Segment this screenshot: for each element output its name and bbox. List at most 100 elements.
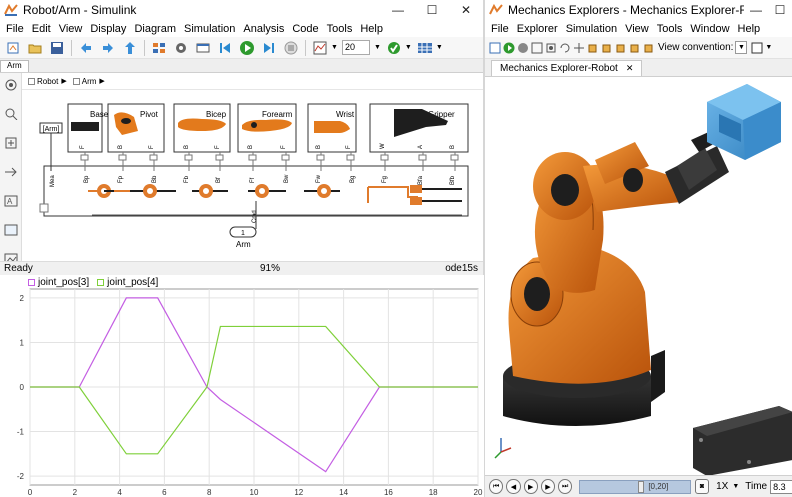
menu-tools[interactable]: Tools: [653, 23, 687, 35]
breadcrumb-item-robot[interactable]: Robot ▶: [28, 77, 67, 86]
close-button[interactable]: ✕: [449, 0, 483, 20]
step-back-icon[interactable]: ◀: [506, 479, 521, 494]
annotation-icon[interactable]: A: [4, 195, 18, 207]
menu-help[interactable]: Help: [734, 23, 765, 35]
block-pivot[interactable]: Pivot B F: [107, 103, 165, 153]
stop-time-field[interactable]: 20: [341, 40, 370, 55]
minimize-button[interactable]: —: [744, 0, 768, 20]
step-forward-icon[interactable]: ▶: [540, 479, 556, 494]
cube-view-icon[interactable]: [587, 39, 599, 57]
up-arrow-icon[interactable]: [121, 39, 139, 57]
step-forward-icon[interactable]: [260, 39, 278, 57]
solver-name[interactable]: ode15s: [360, 263, 483, 274]
view-convention-dropdown[interactable]: ▼: [735, 41, 748, 54]
open-folder-icon[interactable]: [26, 39, 44, 57]
menu-help[interactable]: Help: [356, 23, 387, 35]
block-wrist[interactable]: Wrist B F: [307, 103, 357, 153]
menu-simulation[interactable]: Simulation: [562, 23, 621, 35]
area-icon[interactable]: [4, 224, 18, 236]
model-icon: [28, 77, 35, 85]
legend-item[interactable]: joint_pos[4]: [97, 277, 158, 288]
menu-diagram[interactable]: Diagram: [130, 23, 180, 35]
mech-3d-viewport[interactable]: [485, 80, 792, 476]
pan-icon[interactable]: [573, 39, 585, 57]
layout-single-icon[interactable]: [751, 39, 763, 57]
save-icon[interactable]: [48, 39, 66, 57]
menu-edit[interactable]: Edit: [28, 23, 55, 35]
breadcrumb-item-arm[interactable]: Arm ▶: [72, 77, 105, 86]
dropdown-arrow-icon[interactable]: ▼: [331, 44, 338, 51]
maximize-button[interactable]: ☐: [415, 0, 449, 20]
zoom-box-icon[interactable]: [545, 39, 557, 57]
tab-mechanics-explorer-robot[interactable]: Mechanics Explorer-Robot ✕: [491, 60, 643, 76]
scope-view-icon[interactable]: [311, 39, 329, 57]
block-forearm[interactable]: Forearm B F: [237, 103, 297, 153]
fit-icon[interactable]: [531, 39, 543, 57]
model-canvas[interactable]: [Arm] Base F Pivot B F Bicep B F Forearm…: [22, 91, 483, 261]
skip-to-end-icon[interactable]: ⏭: [558, 479, 573, 494]
legend-item[interactable]: joint_pos[3]: [28, 277, 89, 288]
menu-display[interactable]: Display: [86, 23, 130, 35]
cube-top-icon[interactable]: [629, 39, 641, 57]
run-play-icon[interactable]: [238, 39, 256, 57]
stop-icon[interactable]: [282, 39, 300, 57]
menu-code[interactable]: Code: [288, 23, 322, 35]
fit-view-icon[interactable]: [4, 137, 18, 149]
port-label: B: [450, 145, 456, 149]
tab-arm[interactable]: Arm: [0, 60, 29, 72]
bus-label: Bp: [84, 175, 90, 183]
block-bicep[interactable]: Bicep B F: [173, 103, 231, 153]
cube-iso-icon[interactable]: [643, 39, 655, 57]
close-tab-icon[interactable]: ✕: [626, 63, 634, 74]
menu-file[interactable]: File: [487, 23, 513, 35]
check-model-icon[interactable]: [385, 39, 403, 57]
time-value-field[interactable]: 8.3: [770, 479, 792, 494]
legend-label: joint_pos[3]: [38, 277, 90, 288]
block-gripper[interactable]: Gripper W A B: [369, 103, 469, 153]
minimize-button[interactable]: —: [381, 0, 415, 20]
skip-to-start-icon[interactable]: ⏮: [489, 479, 504, 494]
rotate-icon[interactable]: [559, 39, 571, 57]
dropdown-arrow-icon[interactable]: ▼: [436, 44, 443, 51]
simulink-titlebar: Robot/Arm - Simulink — ☐ ✕: [0, 0, 483, 20]
menu-explorer[interactable]: Explorer: [513, 23, 562, 35]
run-play-icon[interactable]: [503, 39, 515, 57]
open-icon[interactable]: [489, 39, 501, 57]
back-arrow-icon[interactable]: [77, 39, 95, 57]
menu-view[interactable]: View: [621, 23, 653, 35]
time-slider[interactable]: [0,20]: [579, 479, 691, 494]
menu-tools[interactable]: Tools: [323, 23, 357, 35]
menu-file[interactable]: File: [2, 23, 28, 35]
record-icon[interactable]: [517, 39, 529, 57]
bus-label: Fp: [118, 175, 124, 183]
record-video-icon[interactable]: ◙: [694, 479, 710, 494]
new-model-icon[interactable]: [4, 39, 22, 57]
forward-arrow-icon[interactable]: [99, 39, 117, 57]
block-base[interactable]: Base F: [67, 103, 109, 153]
robot-forearm: [533, 142, 681, 220]
library-browser-icon[interactable]: [150, 39, 168, 57]
subsystem-icon: [72, 77, 80, 85]
time-slider-thumb[interactable]: [638, 480, 645, 493]
menu-simulation[interactable]: Simulation: [180, 23, 239, 35]
menu-analysis[interactable]: Analysis: [239, 23, 288, 35]
cube-front-icon[interactable]: [601, 39, 613, 57]
dropdown-arrow-icon[interactable]: ▼: [405, 44, 412, 51]
menu-view[interactable]: View: [55, 23, 87, 35]
speed-dropdown-icon[interactable]: ▼: [732, 483, 739, 490]
grid-layout-icon[interactable]: [416, 39, 434, 57]
cube-side-icon[interactable]: [615, 39, 627, 57]
play-icon[interactable]: ▶: [523, 479, 538, 494]
goto-tag-label: [Arm]: [43, 126, 60, 133]
model-explorer-icon[interactable]: [194, 39, 212, 57]
dropdown-arrow-icon[interactable]: ▼: [374, 44, 381, 51]
menu-window[interactable]: Window: [686, 23, 733, 35]
model-settings-gear-icon[interactable]: [172, 39, 190, 57]
hide-show-icon[interactable]: [4, 79, 18, 91]
step-back-icon[interactable]: [216, 39, 234, 57]
layout-dropdown-icon[interactable]: ▼: [765, 44, 772, 51]
zoom-in-icon[interactable]: [4, 108, 18, 121]
maximize-button[interactable]: ☐: [768, 0, 792, 20]
arrow-right-icon[interactable]: [4, 166, 18, 178]
playback-speed[interactable]: 1X: [716, 481, 728, 492]
